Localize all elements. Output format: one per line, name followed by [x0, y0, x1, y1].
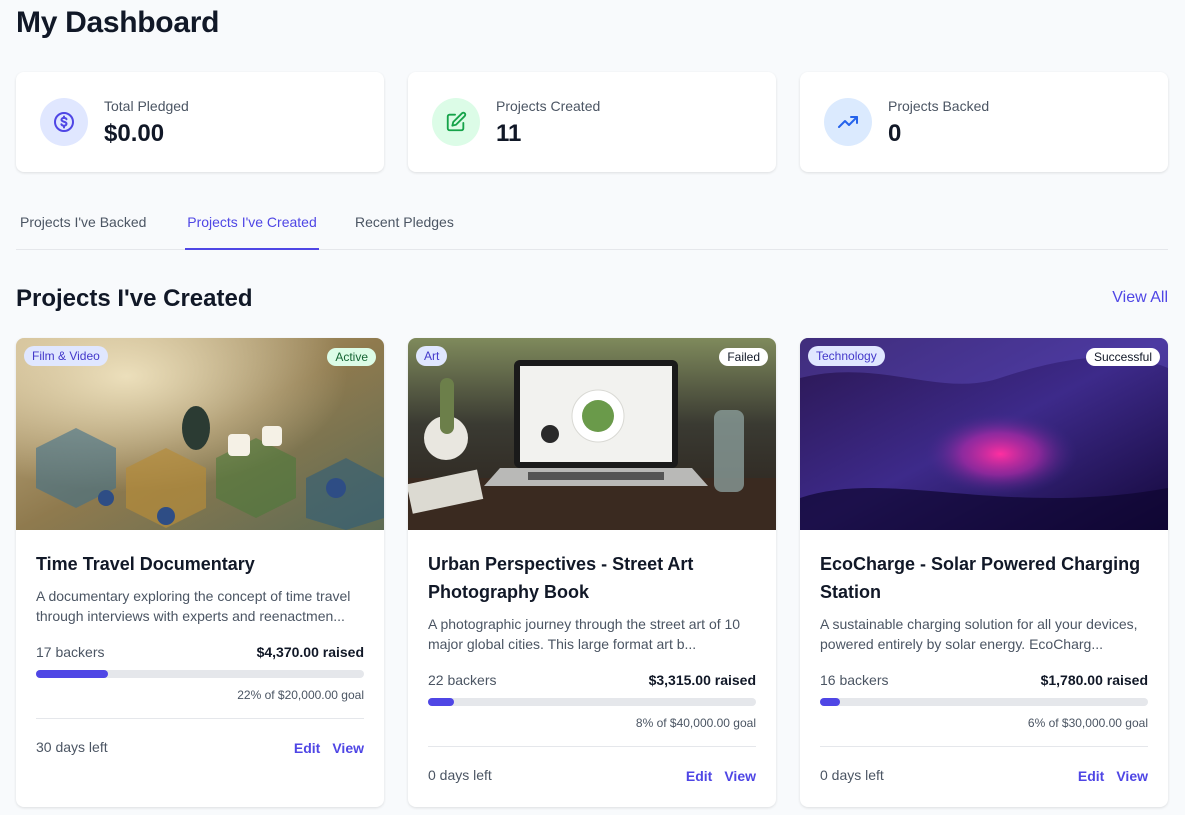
project-card: Technology Successful EcoCharge - Solar … — [800, 338, 1168, 807]
view-all-link[interactable]: View All — [1112, 289, 1168, 307]
project-title[interactable]: Urban Perspectives - Street Art Photogra… — [428, 550, 756, 606]
card-divider — [36, 718, 364, 719]
project-image: Technology Successful — [800, 338, 1168, 530]
stats-row: Total Pledged $0.00 Projects Created 11 … — [16, 72, 1168, 172]
dollar-circle-icon — [40, 98, 88, 146]
edit-link[interactable]: Edit — [1078, 768, 1104, 784]
progress-bar — [428, 698, 756, 706]
progress-bar — [36, 670, 364, 678]
project-title[interactable]: EcoCharge - Solar Powered Charging Stati… — [820, 550, 1148, 606]
stat-value: 11 — [496, 120, 522, 147]
project-image: Film & Video Active — [16, 338, 384, 530]
backers-count: 22 backers — [428, 672, 497, 688]
tab-projects-backed[interactable]: Projects I've Backed — [20, 214, 146, 250]
status-badge: Successful — [1085, 348, 1160, 366]
raised-amount: $4,370.00 raised — [256, 644, 364, 660]
card-divider — [428, 746, 756, 747]
trending-up-icon — [824, 98, 872, 146]
category-badge: Art — [416, 346, 448, 366]
stat-value: 0 — [888, 120, 902, 147]
progress-fill — [36, 670, 109, 678]
stat-label: Projects Backed — [888, 98, 990, 114]
view-link[interactable]: View — [332, 740, 364, 756]
project-title[interactable]: Time Travel Documentary — [36, 550, 364, 578]
edit-icon — [432, 98, 480, 146]
view-link[interactable]: View — [1116, 768, 1148, 784]
project-card: Film & Video Active Time Travel Document… — [16, 338, 384, 807]
progress-bar — [820, 698, 1148, 706]
category-badge: Film & Video — [24, 346, 108, 366]
backers-count: 17 backers — [36, 644, 105, 660]
card-actions: Edit View — [674, 768, 756, 784]
stat-label: Total Pledged — [104, 98, 189, 114]
days-left: 30 days left — [36, 739, 108, 755]
stat-card-projects-created: Projects Created 11 — [408, 72, 776, 172]
project-description: A documentary exploring the concept of t… — [36, 588, 351, 624]
days-left: 0 days left — [428, 767, 492, 783]
tab-recent-pledges[interactable]: Recent Pledges — [355, 214, 454, 250]
edit-link[interactable]: Edit — [294, 740, 320, 756]
progress-fill — [428, 698, 455, 706]
backers-count: 16 backers — [820, 672, 889, 688]
section-title: Projects I've Created — [16, 285, 253, 312]
goal-text: 22% of $20,000.00 goal — [237, 688, 364, 702]
progress-fill — [820, 698, 840, 706]
card-actions: Edit View — [1066, 768, 1148, 784]
project-description: A photographic journey through the stree… — [428, 616, 741, 652]
days-left: 0 days left — [820, 767, 884, 783]
stat-label: Projects Created — [496, 98, 601, 114]
category-badge: Technology — [808, 346, 885, 366]
raised-amount: $3,315.00 raised — [648, 672, 756, 688]
project-card: Art Failed Urban Perspectives - Street A… — [408, 338, 776, 807]
status-badge: Failed — [719, 348, 768, 366]
card-divider — [820, 746, 1148, 747]
stat-card-total-pledged: Total Pledged $0.00 — [16, 72, 384, 172]
page-title: My Dashboard — [16, 6, 220, 39]
edit-link[interactable]: Edit — [686, 768, 712, 784]
status-badge: Active — [327, 348, 376, 366]
card-actions: Edit View — [282, 740, 364, 756]
tab-projects-created[interactable]: Projects I've Created — [185, 214, 319, 250]
tab-bar: Projects I've Backed Projects I've Creat… — [16, 202, 1168, 250]
project-image: Art Failed — [408, 338, 776, 530]
view-link[interactable]: View — [724, 768, 756, 784]
stat-value: $0.00 — [104, 120, 165, 147]
raised-amount: $1,780.00 raised — [1040, 672, 1148, 688]
stat-card-projects-backed: Projects Backed 0 — [800, 72, 1168, 172]
project-description: A sustainable charging solution for all … — [820, 616, 1138, 652]
goal-text: 6% of $30,000.00 goal — [1027, 716, 1148, 730]
goal-text: 8% of $40,000.00 goal — [635, 716, 756, 730]
